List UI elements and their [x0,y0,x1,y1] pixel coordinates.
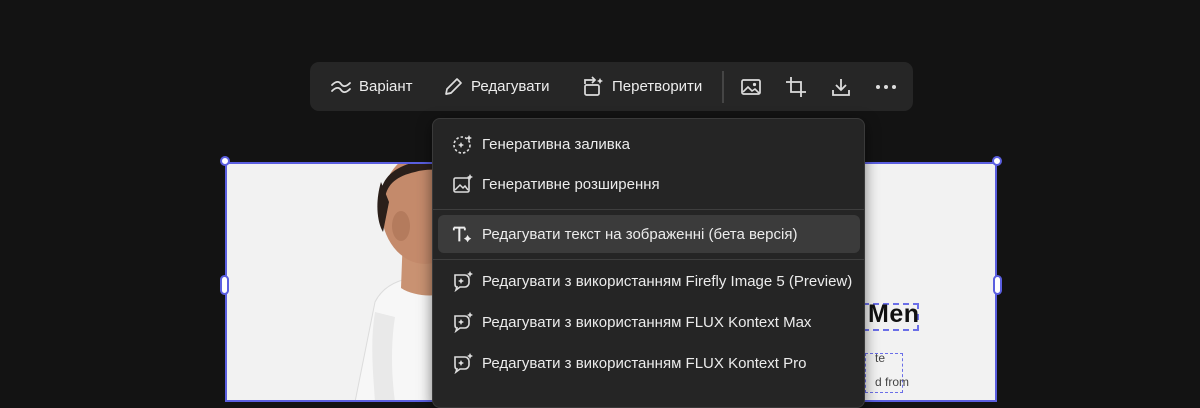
resize-handle-top-left[interactable] [220,156,230,166]
menu-item-flux-kontext-max[interactable]: Редагувати з використанням FLUX Kontext … [438,303,860,341]
edit-dropdown-menu: Генеративна заливка Генеративне розширен… [432,118,865,408]
image-toolbar: Варіант Редагувати Перетворити [310,62,913,111]
menu-item-label: Редагувати з використанням FLUX Kontext … [482,354,807,372]
menu-item-label: Редагувати з використанням Firefly Image… [482,272,853,290]
transform-label: Перетворити [612,78,703,95]
download-icon[interactable] [828,74,854,100]
crop-icon[interactable] [783,74,809,100]
generative-expand-icon [452,173,474,195]
pencil-icon [445,77,462,95]
menu-separator [433,209,864,210]
variant-button[interactable]: Варіант [330,62,413,111]
menu-item-flux-kontext-pro[interactable]: Редагувати з використанням FLUX Kontext … [438,344,860,382]
toolbar-divider [722,71,724,103]
menu-item-label: Генеративна заливка [482,135,631,153]
ai-edit-icon [452,311,474,333]
edit-button[interactable]: Редагувати [442,62,550,111]
image-icon[interactable] [738,74,764,100]
menu-item-generative-fill[interactable]: Генеративна заливка [438,125,860,163]
ai-edit-icon [452,352,474,374]
ai-edit-icon [452,270,474,292]
menu-item-label: Генеративне розширення [482,175,660,193]
menu-separator [433,259,864,260]
menu-item-firefly-image-5[interactable]: Редагувати з використанням Firefly Image… [438,262,860,300]
image-headline-text: Men [868,300,920,328]
variant-label: Варіант [359,78,413,95]
more-icon[interactable] [873,74,899,100]
variant-icon [331,80,351,93]
edit-label: Редагувати [471,78,550,95]
image-subtext: te d from [875,351,910,389]
menu-item-edit-text[interactable]: Редагувати текст на зображенні (бета вер… [438,215,860,253]
resize-handle-right[interactable] [993,275,1002,295]
menu-item-label: Редагувати текст на зображенні (бета вер… [482,225,798,243]
edit-text-icon [452,223,474,245]
transform-button[interactable]: Перетворити [581,62,702,111]
resize-handle-top-right[interactable] [992,156,1002,166]
menu-item-generative-expand[interactable]: Генеративне розширення [438,165,860,203]
menu-item-label: Редагувати з використанням FLUX Kontext … [482,313,812,331]
generative-fill-icon [452,133,474,155]
transform-icon [584,75,603,96]
resize-handle-left[interactable] [220,275,229,295]
